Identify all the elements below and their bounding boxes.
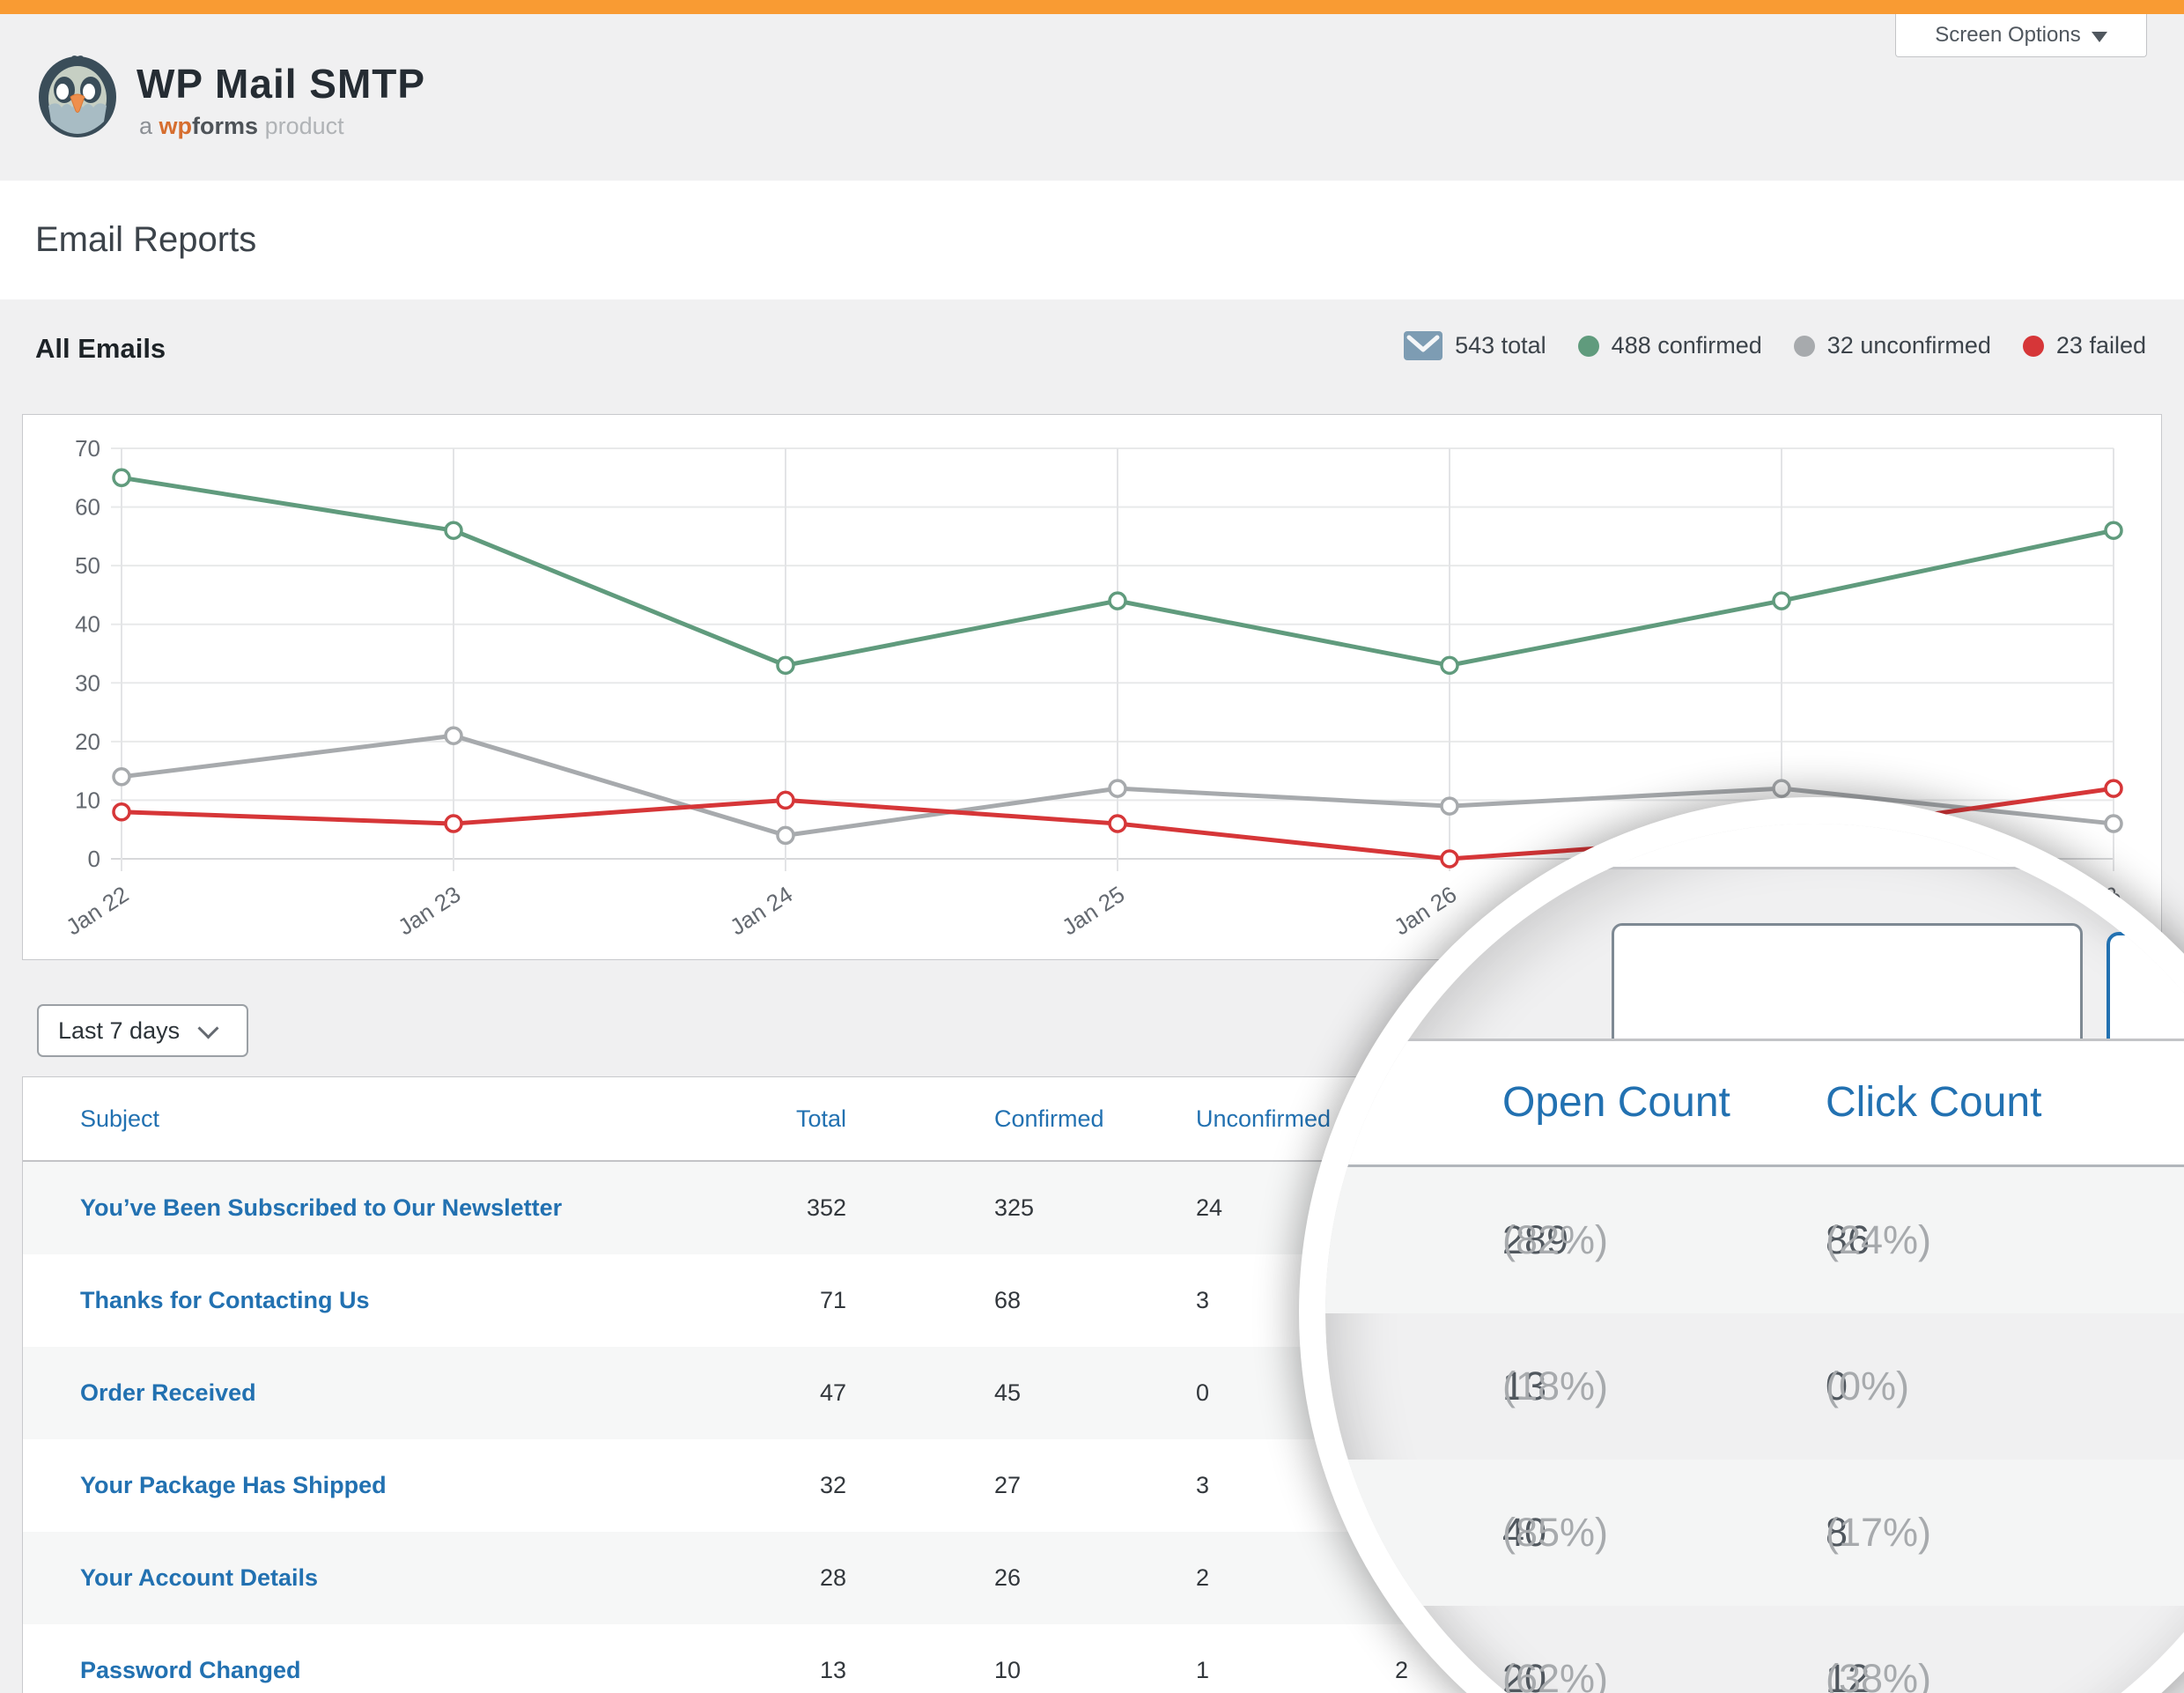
svg-text:Jan 23: Jan 23: [393, 881, 465, 941]
brand-sub-wp: wp: [159, 113, 193, 139]
title-band: Email Reports: [0, 181, 2184, 299]
subject-link[interactable]: Your Package Has Shipped: [80, 1439, 387, 1532]
magnified-chart-edge: [1325, 824, 2184, 869]
legend-label-failed: 23 failed: [2056, 332, 2146, 359]
envelope-icon: [1404, 331, 1442, 360]
svg-text:10: 10: [75, 787, 100, 813]
legend-item-failed: 23 failed: [2023, 332, 2146, 359]
svg-text:Jan 22: Jan 22: [61, 881, 133, 941]
total-value: 71: [692, 1254, 846, 1347]
subject-link[interactable]: Order Received: [80, 1347, 256, 1439]
svg-text:Jan 24: Jan 24: [725, 881, 797, 941]
magnified-row: 40(85%) 8(17%): [1325, 1460, 2184, 1606]
open-count-pct: (18%): [1502, 1313, 1608, 1460]
open-count-pct: (62%): [1502, 1606, 1608, 1693]
total-value: 13: [692, 1624, 846, 1693]
confirmed-value: 27: [994, 1439, 1021, 1532]
app-header: WP Mail SMTP a wpforms product: [0, 14, 2184, 181]
wp-mail-smtp-logo-icon: [35, 51, 120, 139]
magnified-row: 13(18%) 0(0%): [1325, 1313, 2184, 1460]
click-count-pct: (0%): [1826, 1313, 1909, 1460]
confirmed-value: 68: [994, 1254, 1021, 1347]
chevron-down-icon: [2092, 32, 2107, 42]
legend-item-confirmed: 488 confirmed: [1578, 332, 1762, 359]
chevron-down-icon: [198, 1017, 219, 1039]
email-reports-page: WP Mail SMTP a wpforms product Screen Op…: [0, 0, 2184, 1693]
brand-subtitle: a wpforms product: [139, 113, 344, 140]
magnified-table: Open Count Click Count 289(82%) 86(24%) …: [1325, 1039, 2184, 1693]
svg-text:Jan 25: Jan 25: [1057, 881, 1129, 941]
confirmed-value: 45: [994, 1347, 1021, 1439]
legend-item-total: 543 total: [1404, 331, 1546, 360]
section-title: All Emails: [35, 333, 166, 365]
unconfirmed-value: 2: [1196, 1532, 1209, 1624]
svg-text:0: 0: [88, 846, 100, 872]
brand-sub-forms: forms: [192, 113, 258, 139]
chart-legend: 543 total 488 confirmed 32 unconfirmed 2…: [1404, 331, 2146, 360]
svg-text:40: 40: [75, 611, 100, 638]
column-header-open-count[interactable]: Open Count: [1502, 1041, 1730, 1164]
subject-link[interactable]: Password Changed: [80, 1624, 301, 1693]
subject-link[interactable]: Thanks for Contacting Us: [80, 1254, 370, 1347]
svg-text:60: 60: [75, 494, 100, 521]
column-header-confirmed[interactable]: Confirmed: [994, 1077, 1104, 1160]
legend-item-unconfirmed: 32 unconfirmed: [1794, 332, 1991, 359]
column-header-subject[interactable]: Subject: [80, 1077, 159, 1160]
svg-text:30: 30: [75, 669, 100, 696]
brand-title: WP Mail SMTP: [136, 60, 425, 107]
screen-options-button[interactable]: Screen Options: [1895, 14, 2147, 57]
unconfirmed-value: 3: [1196, 1439, 1209, 1532]
date-range-select[interactable]: Last 7 days: [37, 1004, 248, 1057]
svg-text:70: 70: [75, 435, 100, 462]
svg-text:20: 20: [75, 728, 100, 755]
magnified-row: 20(62%) 12(38%): [1325, 1606, 2184, 1693]
column-header-total[interactable]: Total: [692, 1077, 846, 1160]
confirmed-value: 10: [994, 1624, 1021, 1693]
click-count-pct: (17%): [1826, 1460, 1931, 1606]
subject-link[interactable]: You’ve Been Subscribed to Our Newsletter: [80, 1162, 562, 1254]
accent-top-bar: [0, 0, 2184, 14]
unconfirmed-value: 24: [1196, 1162, 1222, 1254]
date-range-value: Last 7 days: [58, 1017, 180, 1045]
brand-sub-a: a: [139, 113, 152, 139]
open-count-pct: (82%): [1502, 1167, 1608, 1313]
confirmed-value: 325: [994, 1162, 1034, 1254]
column-header-click-count[interactable]: Click Count: [1826, 1041, 2041, 1164]
confirmed-dot-icon: [1578, 336, 1599, 357]
screen-options-label: Screen Options: [1935, 23, 2080, 48]
total-value: 32: [692, 1439, 846, 1532]
column-header-unconfirmed[interactable]: Unconfirmed: [1196, 1077, 1331, 1160]
open-count-pct: (85%): [1502, 1460, 1608, 1606]
svg-text:Jan 26: Jan 26: [1389, 881, 1461, 941]
total-value: 47: [692, 1347, 846, 1439]
legend-label-total: 543 total: [1455, 332, 1546, 359]
svg-text:50: 50: [75, 552, 100, 579]
brand-sub-product: product: [265, 113, 344, 139]
total-value: 352: [692, 1162, 846, 1254]
total-value: 28: [692, 1532, 846, 1624]
unconfirmed-value: 0: [1196, 1347, 1209, 1439]
magnified-header-row: Open Count Click Count: [1325, 1039, 2184, 1167]
unconfirmed-value: 1: [1196, 1624, 1209, 1693]
unconfirmed-dot-icon: [1794, 336, 1815, 357]
confirmed-value: 26: [994, 1532, 1021, 1624]
subject-link[interactable]: Your Account Details: [80, 1532, 318, 1624]
legend-label-confirmed: 488 confirmed: [1612, 332, 1762, 359]
legend-label-unconfirmed: 32 unconfirmed: [1827, 332, 1991, 359]
page-title: Email Reports: [35, 181, 256, 299]
magnified-row: 289(82%) 86(24%): [1325, 1167, 2184, 1313]
click-count-pct: (38%): [1826, 1606, 1931, 1693]
unconfirmed-value: 3: [1196, 1254, 1209, 1347]
click-count-pct: (24%): [1826, 1167, 1931, 1313]
failed-dot-icon: [2023, 336, 2044, 357]
